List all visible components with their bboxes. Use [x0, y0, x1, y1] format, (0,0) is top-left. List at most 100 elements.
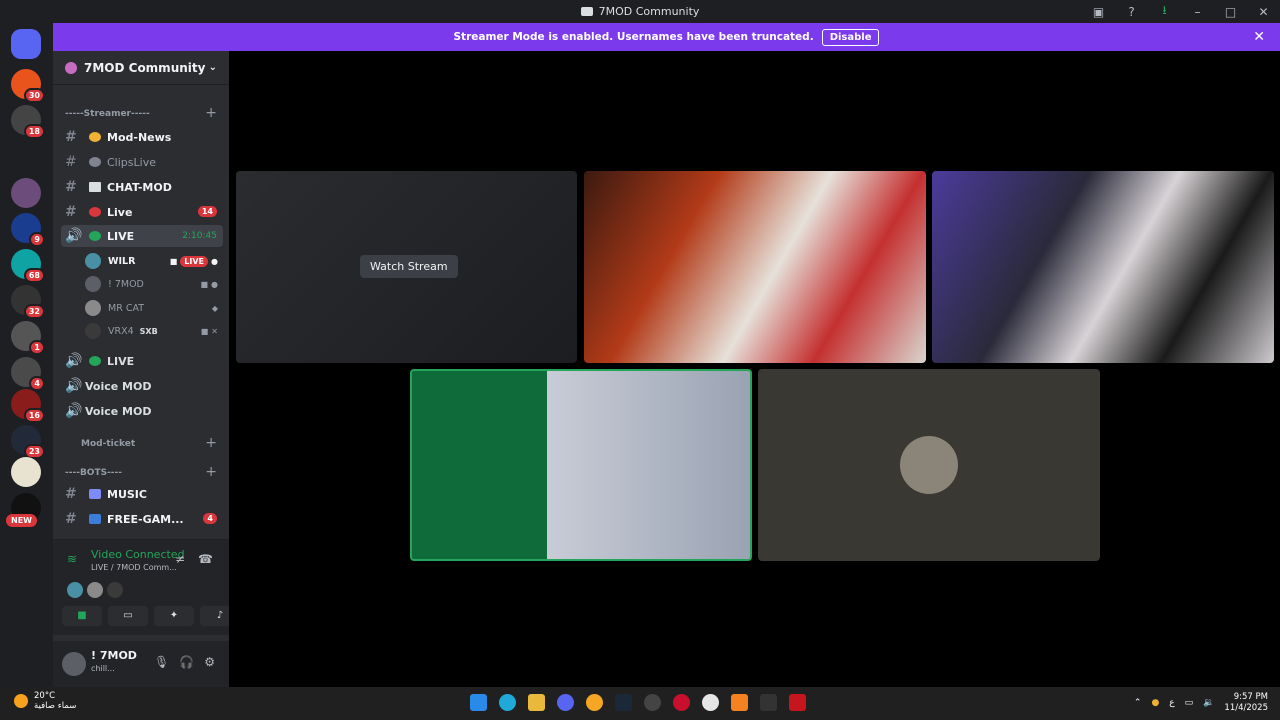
voice-channel[interactable]: LIVE / 7MOD Comm...	[91, 563, 177, 572]
channel-voice-mod[interactable]: 🔊 Voice MOD	[61, 375, 223, 397]
windows-start-icon[interactable]	[470, 694, 487, 711]
screen-share-button[interactable]: ▭	[108, 606, 148, 626]
category-mod-ticket[interactable]: Mod-ticket	[81, 439, 135, 449]
app-logo-icon	[580, 7, 593, 16]
app-icon[interactable]	[731, 694, 748, 711]
camera-button[interactable]: ■	[62, 606, 102, 626]
category-bots[interactable]: ----BOTS----	[65, 468, 122, 478]
volume-icon[interactable]: 🔉	[1203, 698, 1214, 708]
server-icon[interactable]: 32	[11, 285, 45, 319]
edge-icon[interactable]	[499, 694, 516, 711]
playstation-icon: ◆	[211, 303, 218, 313]
video-tile[interactable]	[584, 171, 926, 363]
gear-icon[interactable]: ⚙	[204, 655, 215, 669]
channel-music[interactable]: # MUSIC	[61, 483, 223, 505]
avatar[interactable]	[87, 582, 103, 598]
category-streamer[interactable]: -----Streamer-----	[65, 109, 150, 119]
server-icon[interactable]: 18	[11, 105, 45, 139]
clock[interactable]: 9:57 PM 11/4/2025	[1224, 692, 1268, 714]
channel-chat-mod[interactable]: # CHAT-MOD	[61, 176, 223, 198]
speaker-icon: 🔊	[65, 378, 83, 394]
voice-member[interactable]: VRX4 SXB ■ ✕	[85, 320, 223, 342]
channel-label: Mod-News	[107, 130, 172, 144]
epic-games-icon[interactable]	[760, 694, 777, 711]
voice-member[interactable]: MR CAT ◆	[85, 297, 223, 319]
watch-stream-button[interactable]: Watch Stream	[360, 255, 458, 278]
channel-live-text[interactable]: # Live 14	[61, 201, 223, 223]
file-explorer-icon[interactable]	[528, 694, 545, 711]
chevron-up-icon[interactable]: ⌃	[1134, 698, 1142, 708]
language-indicator[interactable]: ع	[1169, 698, 1174, 708]
minimize-button[interactable]: –	[1181, 5, 1214, 19]
network-icon[interactable]: ▭	[1185, 698, 1194, 708]
channel-free-games[interactable]: # FREE-GAM... 4	[61, 508, 223, 530]
microphone-icon[interactable]: ●	[1151, 698, 1159, 708]
channel-live-voice-active[interactable]: 🔊 LIVE 2:10:45	[61, 225, 223, 247]
channel-live-voice[interactable]: 🔊 LIVE	[61, 350, 223, 372]
server-icon[interactable]: 1	[11, 321, 45, 355]
activities-button[interactable]: ✦	[154, 606, 194, 626]
server-icon[interactable]	[11, 457, 41, 487]
server-badge: 32	[23, 304, 45, 319]
noise-suppression-icon[interactable]: ≠	[175, 552, 185, 566]
server-icon[interactable]: 9	[11, 213, 45, 247]
swords-icon: ✕	[211, 326, 218, 336]
add-channel-icon[interactable]: +	[205, 464, 217, 480]
video-tile-avatar[interactable]	[758, 369, 1100, 561]
voice-member[interactable]: WILR ■ LIVE ●	[85, 250, 223, 272]
discord-home-icon[interactable]	[11, 29, 41, 59]
discord-icon[interactable]	[557, 694, 574, 711]
server-icon[interactable]: 16	[11, 389, 45, 423]
server-icon[interactable]: 30	[11, 69, 45, 103]
app-icon[interactable]	[586, 694, 603, 711]
disable-button[interactable]: Disable	[821, 28, 880, 46]
headphones-icon[interactable]: 🎧	[179, 655, 194, 669]
disconnect-icon[interactable]: ☎	[198, 552, 213, 566]
server-icon[interactable]: 23	[11, 425, 45, 459]
call-timer: 2:10:45	[182, 231, 217, 241]
server-icon[interactable]	[11, 178, 41, 208]
avatar[interactable]	[62, 652, 86, 676]
hash-icon: #	[65, 204, 77, 220]
user-panel: ! 7MOD chill... 🎙 🎧 ⚙	[53, 641, 229, 687]
channel-voice-mod-2[interactable]: 🔊 Voice MOD	[61, 400, 223, 422]
hash-icon: #	[65, 511, 77, 527]
channel-clipslive[interactable]: # ClipsLive	[61, 151, 223, 173]
banner-close-icon[interactable]: ✕	[1253, 29, 1265, 45]
channel-label: CHAT-MOD	[107, 180, 172, 194]
download-icon[interactable]: ⭳	[1148, 1, 1181, 22]
opera-icon[interactable]	[673, 694, 690, 711]
signal-icon: ≋	[67, 552, 78, 566]
add-channel-icon[interactable]: +	[205, 435, 217, 451]
weather-text: سماء صافية	[34, 701, 77, 711]
server-badge: 4	[29, 376, 45, 391]
help-icon[interactable]: ?	[1115, 5, 1148, 19]
stream-tile[interactable]: Watch Stream	[236, 171, 577, 363]
weather-widget[interactable]: 20°C سماء صافية	[14, 691, 76, 711]
server-icon[interactable]: 68	[11, 249, 45, 283]
app-icon[interactable]	[702, 694, 719, 711]
folder-icon[interactable]	[11, 141, 41, 171]
voice-status: Video Connected	[91, 548, 185, 561]
app-icon[interactable]	[644, 694, 661, 711]
video-tile[interactable]	[932, 171, 1274, 363]
voice-member[interactable]: ! 7MOD ■ ●	[85, 273, 223, 295]
video-icon: ■	[200, 326, 209, 336]
app-icon[interactable]	[789, 694, 806, 711]
member-name: MR CAT	[108, 302, 145, 314]
maximize-button[interactable]: □	[1214, 5, 1247, 19]
avatar[interactable]	[67, 582, 83, 598]
add-channel-icon[interactable]: +	[205, 105, 217, 121]
steam-icon[interactable]	[615, 694, 632, 711]
channel-mod-news[interactable]: # Mod-News	[61, 126, 223, 148]
avatar[interactable]	[107, 582, 123, 598]
video-tile-speaking[interactable]	[410, 369, 752, 561]
hash-icon: #	[65, 179, 77, 195]
inbox-icon[interactable]: ▣	[1082, 5, 1115, 19]
server-icon[interactable]: 4	[11, 357, 45, 391]
microphone-icon[interactable]: 🎙	[154, 655, 169, 669]
channel-label: MUSIC	[107, 487, 147, 501]
avatar	[85, 300, 101, 316]
close-window-button[interactable]: ✕	[1247, 5, 1280, 19]
server-header[interactable]: 7MOD Community ⌄	[53, 51, 229, 85]
